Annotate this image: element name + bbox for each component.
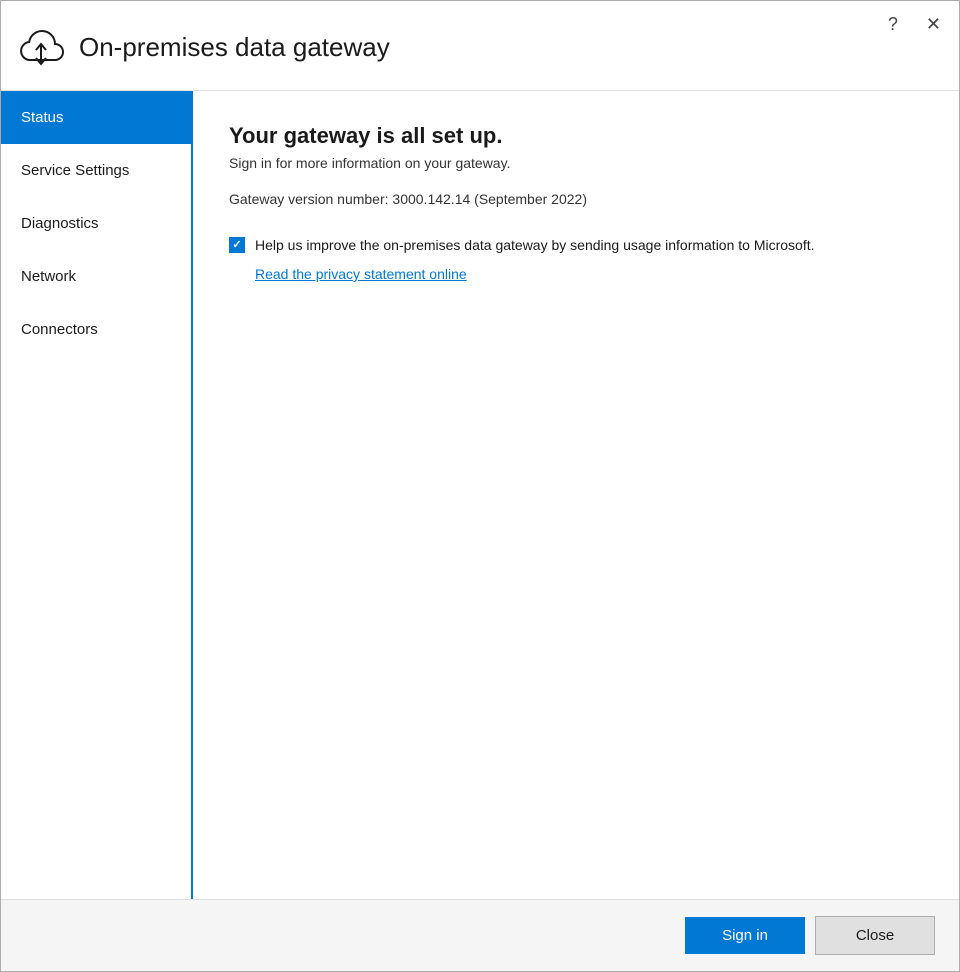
title-bar: On-premises data gateway ? ✕: [1, 1, 959, 91]
cloud-gateway-icon: [17, 24, 65, 72]
sidebar-item-diagnostics[interactable]: Diagnostics: [1, 197, 191, 250]
app-window: On-premises data gateway ? ✕ Status Serv…: [0, 0, 960, 972]
help-button[interactable]: ?: [882, 13, 904, 35]
main-panel: Your gateway is all set up. Sign in for …: [193, 91, 959, 899]
status-subtext: Sign in for more information on your gat…: [229, 155, 923, 171]
content-area: Status Service Settings Diagnostics Netw…: [1, 91, 959, 899]
status-heading: Your gateway is all set up.: [229, 123, 923, 149]
telemetry-checkbox-row: Help us improve the on-premises data gat…: [229, 235, 923, 256]
telemetry-checkbox[interactable]: [229, 237, 245, 253]
signin-button[interactable]: Sign in: [685, 917, 805, 954]
app-title: On-premises data gateway: [79, 32, 943, 63]
telemetry-label: Help us improve the on-premises data gat…: [255, 235, 815, 256]
window-controls: ? ✕: [882, 13, 947, 35]
sidebar-item-connectors[interactable]: Connectors: [1, 303, 191, 356]
close-window-button[interactable]: ✕: [920, 13, 947, 35]
close-button[interactable]: Close: [815, 916, 935, 955]
sidebar: Status Service Settings Diagnostics Netw…: [1, 91, 193, 899]
sidebar-item-service-settings[interactable]: Service Settings: [1, 144, 191, 197]
footer: Sign in Close: [1, 899, 959, 971]
version-text: Gateway version number: 3000.142.14 (Sep…: [229, 191, 923, 207]
sidebar-item-status[interactable]: Status: [1, 91, 191, 144]
sidebar-item-network[interactable]: Network: [1, 250, 191, 303]
privacy-link[interactable]: Read the privacy statement online: [255, 266, 923, 282]
